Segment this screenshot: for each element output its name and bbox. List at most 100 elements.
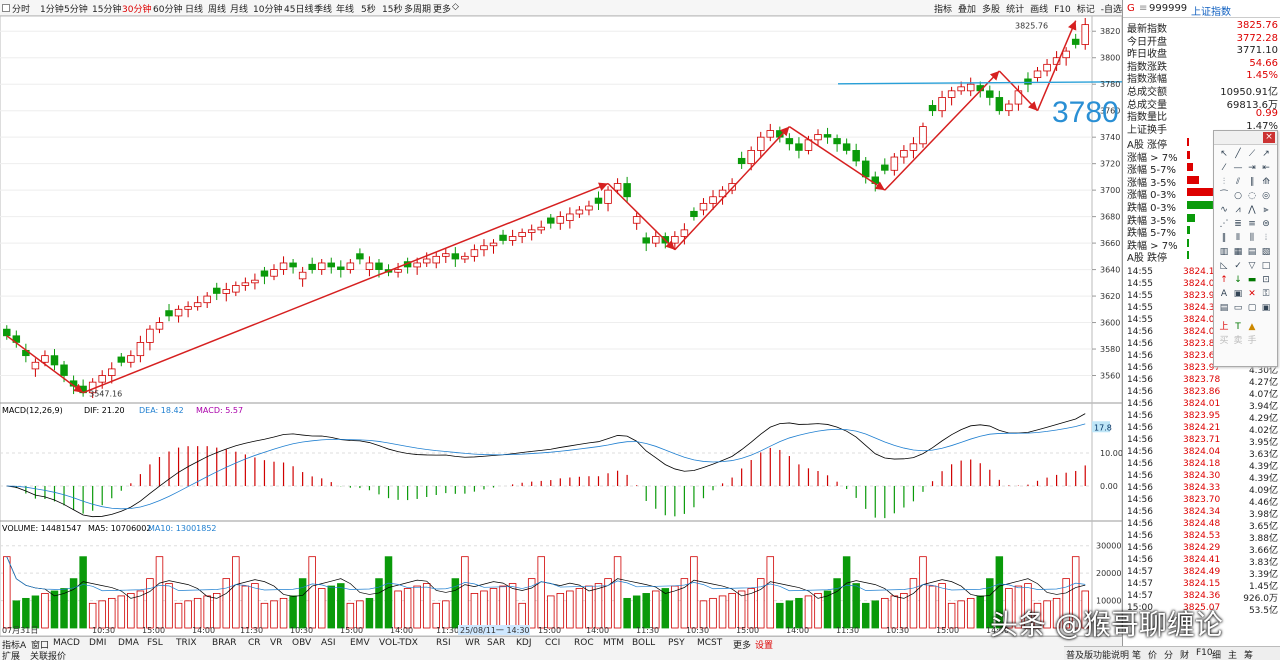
arrow-line-icon[interactable]: ↗ bbox=[1260, 148, 1272, 160]
time-zones-icon[interactable]: ⦀ bbox=[1232, 232, 1244, 244]
circle-icon[interactable]: ○ bbox=[1232, 190, 1244, 202]
flag-icon[interactable]: T bbox=[1232, 321, 1244, 333]
indicator-tab[interactable]: MACD bbox=[53, 638, 80, 648]
bell-icon[interactable]: ▲ bbox=[1246, 321, 1258, 333]
spiral-icon[interactable]: ◎ bbox=[1260, 190, 1272, 202]
indicator-tab[interactable]: BRAR bbox=[212, 638, 236, 648]
indicator-tab[interactable]: WR bbox=[465, 638, 480, 648]
gann-icon[interactable]: ⋰ bbox=[1218, 218, 1230, 230]
period-tab[interactable]: 1分钟 bbox=[40, 2, 64, 15]
rect-icon[interactable]: □ bbox=[1260, 260, 1272, 272]
footer-tab[interactable]: 细 bbox=[1212, 648, 1221, 661]
fib-icon[interactable]: ≣ bbox=[1232, 218, 1244, 230]
hray-icon[interactable]: ⇥ bbox=[1246, 162, 1258, 174]
indicator-tab[interactable]: CR bbox=[248, 638, 261, 648]
extension-tab[interactable]: 关联报价 bbox=[30, 649, 66, 662]
extension-tab[interactable]: 扩展 bbox=[2, 649, 20, 662]
hline-icon[interactable]: — bbox=[1232, 162, 1244, 174]
window3-icon[interactable]: ▣ bbox=[1260, 302, 1272, 314]
footer-tab[interactable]: 价 bbox=[1148, 648, 1157, 661]
period-tab[interactable]: 日线 bbox=[185, 2, 203, 15]
green-rect-icon[interactable]: ▬ bbox=[1246, 274, 1258, 286]
period-tab[interactable]: 周线 bbox=[208, 2, 226, 15]
indicator-tab[interactable]: FSL bbox=[147, 638, 163, 648]
period-tab[interactable]: 30分钟 bbox=[122, 2, 151, 15]
up-mark-icon[interactable]: 上 bbox=[1218, 321, 1230, 333]
indicator-tab[interactable]: KDJ bbox=[516, 638, 532, 648]
down-arrow-icon[interactable]: ↓ bbox=[1232, 274, 1244, 286]
trend-channel-icon[interactable]: ⟰ bbox=[1260, 176, 1272, 188]
toolbar-menu-item[interactable]: 统计 bbox=[1006, 2, 1024, 15]
indicator-tab[interactable]: MCST bbox=[697, 638, 722, 648]
period-tab[interactable]: 45日线 bbox=[284, 2, 313, 15]
indicator-tab[interactable]: SAR bbox=[487, 638, 505, 648]
footer-tab[interactable]: F10 bbox=[1196, 648, 1213, 658]
indicator-tab[interactable]: RSI bbox=[436, 638, 451, 648]
zigzag-icon[interactable]: ⩘ bbox=[1232, 204, 1244, 216]
fan-icon[interactable]: ⫸ bbox=[1260, 204, 1272, 216]
indicator-tab[interactable]: DMI bbox=[89, 638, 106, 648]
menu-icon[interactable]: ≡ bbox=[1139, 3, 1147, 14]
indicator-tab[interactable]: VR bbox=[270, 638, 282, 648]
buy-icon[interactable]: 买 bbox=[1218, 335, 1230, 347]
toolbar-menu-item[interactable]: 叠加 bbox=[958, 2, 976, 15]
kline-chart[interactable]: MACD(12,26,9) DIF: 21.20 DEA: 18.42 MACD: 5… bbox=[0, 16, 1122, 636]
parallel-icon[interactable]: ∥ bbox=[1246, 176, 1258, 188]
wave-icon[interactable]: ∿ bbox=[1218, 204, 1230, 216]
fib-arc-icon[interactable]: ⊜ bbox=[1260, 218, 1272, 230]
period-tab[interactable]: 分时 bbox=[12, 2, 30, 15]
triangle-icon[interactable]: ◺ bbox=[1218, 260, 1230, 272]
period-tab[interactable]: 5分钟 bbox=[64, 2, 88, 15]
footer-tab[interactable]: 主 bbox=[1228, 648, 1237, 661]
period-tab[interactable]: 更多 bbox=[433, 2, 451, 15]
bars2-icon[interactable]: ▦ bbox=[1232, 246, 1244, 258]
vline-icon[interactable]: ⫶ bbox=[1218, 176, 1230, 188]
footer-tab[interactable]: 分 bbox=[1164, 648, 1173, 661]
indicator-tab[interactable]: PSY bbox=[668, 638, 685, 648]
price-tag-icon[interactable]: ⊡ bbox=[1260, 274, 1272, 286]
period-tab[interactable]: 多周期 bbox=[404, 2, 431, 15]
period-tab[interactable]: 15分钟 bbox=[92, 2, 121, 15]
bars-icon[interactable]: ▥ bbox=[1218, 246, 1230, 258]
toolbar-menu-item[interactable]: 标记 bbox=[1077, 2, 1095, 15]
toolbar-menu-item[interactable]: -自选 bbox=[1101, 2, 1122, 15]
arc-icon[interactable]: ⁀ bbox=[1218, 190, 1230, 202]
period-lines-icon[interactable]: ‖ bbox=[1218, 232, 1230, 244]
indicator-tab[interactable]: EMV bbox=[350, 638, 370, 648]
indicator-tab[interactable]: TRIX bbox=[176, 638, 197, 648]
check-icon[interactable]: ✓ bbox=[1232, 260, 1244, 272]
lock-icon[interactable]: ⚿ bbox=[1260, 288, 1272, 300]
note-icon[interactable]: ▣ bbox=[1232, 288, 1244, 300]
delete-icon[interactable]: ✕ bbox=[1246, 288, 1258, 300]
checkbox-icon[interactable] bbox=[2, 4, 10, 12]
period-tab[interactable]: 月线 bbox=[230, 2, 248, 15]
footer-tab[interactable]: 财 bbox=[1180, 648, 1189, 661]
toolbar-menu-item[interactable]: F10 bbox=[1054, 5, 1071, 15]
indicator-tab[interactable]: ROC bbox=[574, 638, 594, 648]
more-icon[interactable] bbox=[1260, 316, 1272, 328]
triangle2-icon[interactable]: ▽ bbox=[1246, 260, 1258, 272]
pitch-icon[interactable]: ⋀ bbox=[1246, 204, 1258, 216]
bars4-icon[interactable]: ▧ bbox=[1260, 246, 1272, 258]
cycle2-icon[interactable]: ⦙ bbox=[1260, 232, 1272, 244]
footer-tab[interactable]: 筹 bbox=[1244, 648, 1253, 661]
footer-tab[interactable]: 笔 bbox=[1132, 648, 1141, 661]
indicator-tab[interactable]: CCI bbox=[545, 638, 560, 648]
indicator-tab[interactable]: VOL-TDX bbox=[379, 638, 418, 648]
indicator-tab[interactable]: OBV bbox=[292, 638, 311, 648]
close-icon[interactable]: × bbox=[1263, 132, 1275, 143]
toolbar-menu-item[interactable]: 多股 bbox=[982, 2, 1000, 15]
hand-icon[interactable]: 手 bbox=[1246, 335, 1258, 347]
indicator-tab[interactable]: 更多 bbox=[733, 638, 751, 651]
channel-icon[interactable]: ⫽ bbox=[1232, 176, 1244, 188]
toolbar-menu-item[interactable]: 画线 bbox=[1030, 2, 1048, 15]
hseg-icon[interactable]: ⇤ bbox=[1260, 162, 1272, 174]
chevron-down-icon[interactable]: ◇ bbox=[452, 2, 459, 12]
segment-icon[interactable]: ⁄ bbox=[1218, 162, 1230, 174]
line-icon[interactable]: ╱ bbox=[1232, 148, 1244, 160]
indicator-tab[interactable]: 设置 bbox=[755, 638, 773, 651]
layout-icon[interactable]: ▤ bbox=[1218, 302, 1230, 314]
period-tab[interactable]: 5秒 bbox=[361, 2, 376, 15]
bars3-icon[interactable]: ▤ bbox=[1246, 246, 1258, 258]
window-icon[interactable]: ▭ bbox=[1232, 302, 1244, 314]
